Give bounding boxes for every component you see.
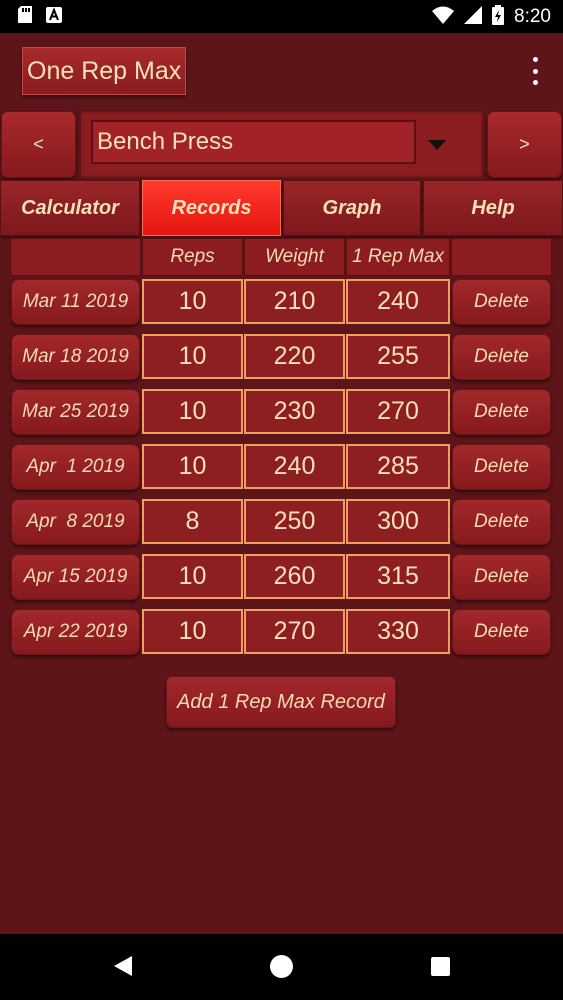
header-action — [451, 238, 552, 276]
tab-graph[interactable]: Graph — [283, 180, 421, 236]
delete-button[interactable]: Delete — [452, 444, 551, 490]
previous-exercise-button[interactable]: < — [1, 111, 76, 178]
record-weight: 240 — [244, 444, 345, 489]
record-date-button[interactable]: Apr 1 2019 — [11, 444, 140, 490]
header-weight: Weight — [244, 238, 345, 276]
record-weight: 210 — [244, 279, 345, 324]
record-date-button[interactable]: Apr 15 2019 — [11, 554, 140, 600]
add-record-button[interactable]: Add 1 Rep Max Record — [166, 676, 396, 728]
dropdown-arrow-icon — [428, 140, 446, 150]
record-reps: 10 — [142, 279, 243, 324]
record-reps: 8 — [142, 499, 243, 544]
delete-button[interactable]: Delete — [452, 389, 551, 435]
record-weight: 270 — [244, 609, 345, 654]
recent-apps-icon[interactable] — [431, 957, 450, 976]
delete-button[interactable]: Delete — [452, 279, 551, 325]
home-icon[interactable] — [270, 955, 293, 978]
exercise-name: Bench Press — [91, 120, 416, 164]
record-reps: 10 — [142, 609, 243, 654]
battery-icon — [492, 4, 505, 29]
record-date-button[interactable]: Mar 11 2019 — [11, 279, 140, 325]
header-one-rep-max: 1 Rep Max — [346, 238, 450, 276]
record-one-rep-max: 285 — [346, 444, 450, 489]
app-title: One Rep Max — [22, 47, 187, 95]
header-date — [10, 238, 141, 276]
record-weight: 260 — [244, 554, 345, 599]
record-one-rep-max: 330 — [346, 609, 450, 654]
tab-records[interactable]: Records — [142, 180, 281, 236]
record-date-button[interactable]: Apr 8 2019 — [11, 499, 140, 545]
record-one-rep-max: 270 — [346, 389, 450, 434]
a-notification-icon — [46, 6, 62, 27]
delete-button[interactable]: Delete — [452, 499, 551, 545]
sd-card-icon — [18, 6, 32, 27]
record-reps: 10 — [142, 554, 243, 599]
overflow-menu-icon[interactable] — [525, 57, 545, 85]
record-date-button[interactable]: Apr 22 2019 — [11, 609, 140, 655]
status-bar: 8:20 — [0, 0, 563, 33]
record-one-rep-max: 315 — [346, 554, 450, 599]
record-one-rep-max: 300 — [346, 499, 450, 544]
record-reps: 10 — [142, 389, 243, 434]
tab-help[interactable]: Help — [423, 180, 563, 236]
next-exercise-button[interactable]: > — [487, 111, 562, 178]
status-time: 8:20 — [514, 5, 551, 27]
system-navigation-bar — [0, 934, 563, 1000]
record-reps: 10 — [142, 334, 243, 379]
delete-button[interactable]: Delete — [452, 609, 551, 655]
delete-button[interactable]: Delete — [452, 334, 551, 380]
record-date-button[interactable]: Mar 25 2019 — [11, 389, 140, 435]
tab-calculator[interactable]: Calculator — [0, 180, 140, 236]
exercise-spinner[interactable]: Bench Press — [80, 111, 483, 178]
record-date-button[interactable]: Mar 18 2019 — [11, 334, 140, 380]
signal-icon — [464, 5, 483, 28]
record-weight: 220 — [244, 334, 345, 379]
record-one-rep-max: 255 — [346, 334, 450, 379]
wifi-icon — [432, 6, 455, 28]
app-bar: One Rep Max — [0, 33, 563, 108]
record-weight: 250 — [244, 499, 345, 544]
back-icon[interactable] — [114, 956, 132, 976]
record-one-rep-max: 240 — [346, 279, 450, 324]
record-reps: 10 — [142, 444, 243, 489]
record-weight: 230 — [244, 389, 345, 434]
delete-button[interactable]: Delete — [452, 554, 551, 600]
header-reps: Reps — [142, 238, 243, 276]
